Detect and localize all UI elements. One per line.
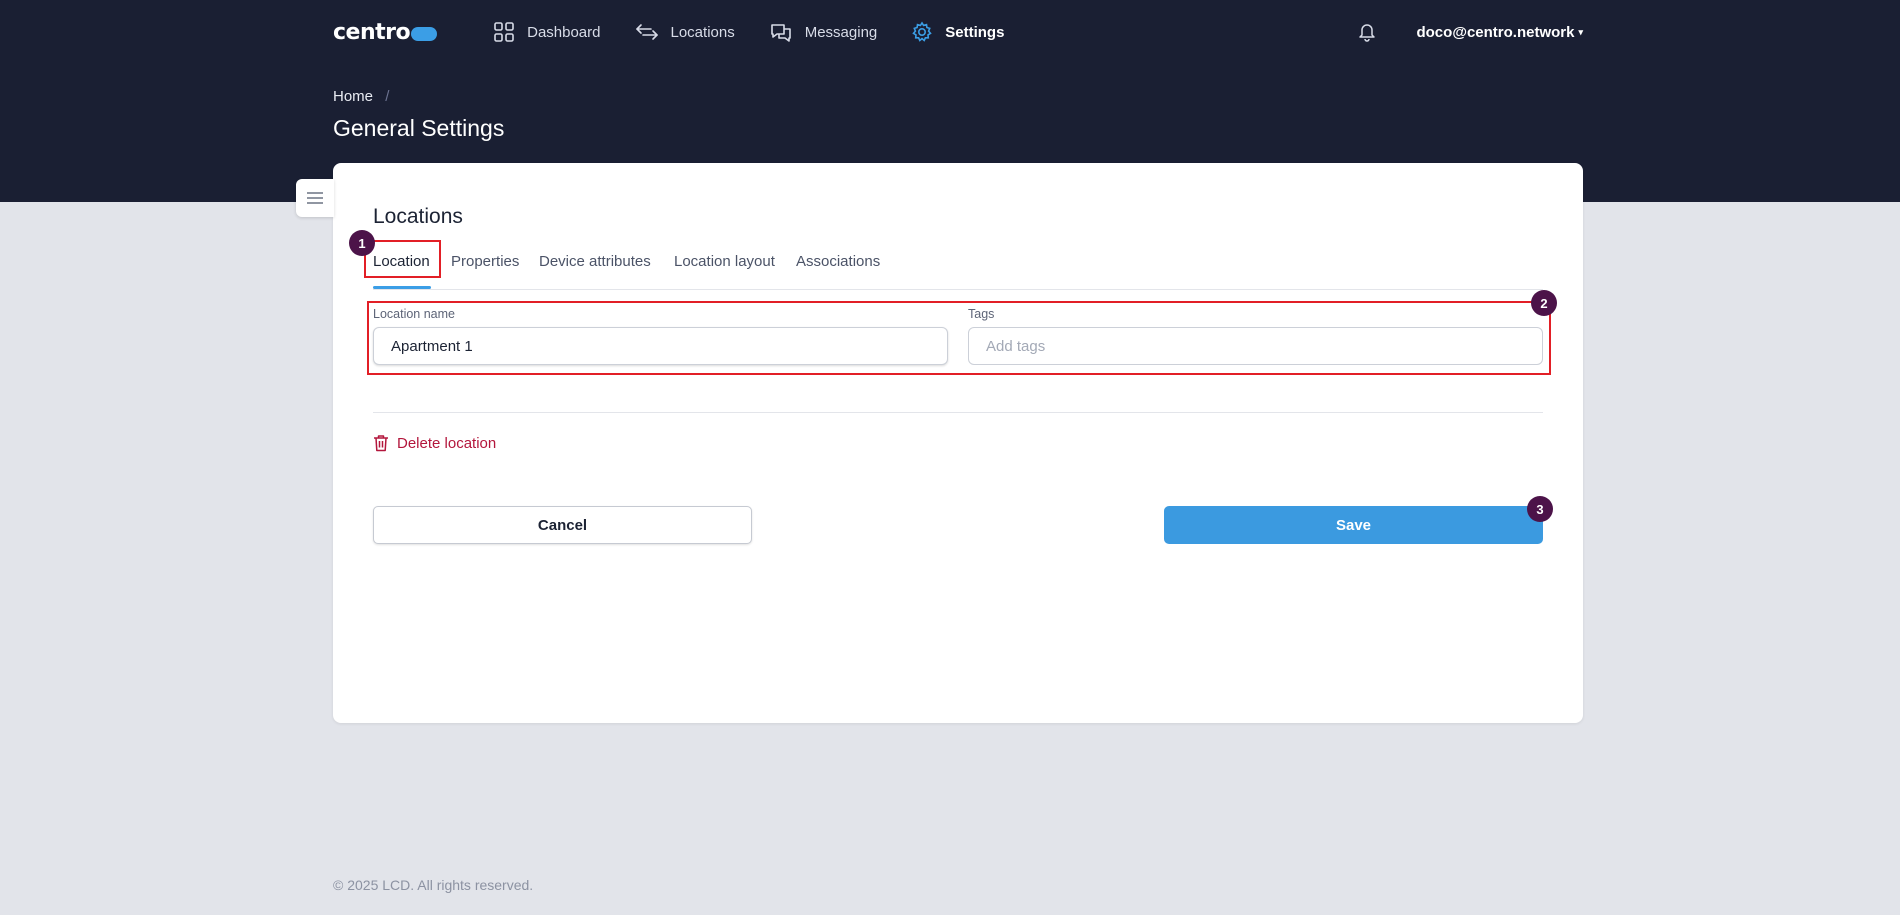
tab-bar: Location Properties Device attributes Lo… xyxy=(373,245,1543,290)
save-button[interactable]: Save xyxy=(1164,506,1543,544)
annotation-box-2 xyxy=(367,301,1551,375)
nav-label-settings: Settings xyxy=(945,23,1005,41)
breadcrumb-home[interactable]: Home xyxy=(333,88,373,105)
top-navbar: centro Dashboard Locations Messaging Set… xyxy=(333,0,1583,64)
main-nav: Dashboard Locations Messaging Settings xyxy=(493,21,1038,43)
user-email: doco@centro.network xyxy=(1416,23,1575,41)
centro-logo[interactable]: centro xyxy=(333,19,438,45)
bell-icon[interactable] xyxy=(1358,22,1376,42)
trash-icon xyxy=(374,435,388,452)
user-menu[interactable]: doco@centro.network ▾ xyxy=(1416,24,1583,41)
gear-icon xyxy=(912,21,932,42)
chat-bubbles-icon xyxy=(770,24,791,42)
delete-location-button[interactable]: Delete location xyxy=(373,434,496,452)
breadcrumb: Home / xyxy=(333,88,389,105)
tab-properties[interactable]: Properties xyxy=(451,245,519,290)
nav-item-locations[interactable]: Locations xyxy=(635,22,735,42)
card-title: Locations xyxy=(373,205,463,228)
nav-item-messaging[interactable]: Messaging xyxy=(769,21,878,43)
nav-label-locations: Locations xyxy=(670,23,735,41)
active-tab-indicator xyxy=(373,286,431,289)
delete-location-label: Delete location xyxy=(397,434,497,452)
annotation-badge-3: 3 xyxy=(1527,496,1553,522)
page-title: General Settings xyxy=(333,115,505,141)
tab-location-layout[interactable]: Location layout xyxy=(674,245,775,290)
sidebar-toggle-button[interactable] xyxy=(296,179,334,217)
settings-card: Locations Location Properties Device att… xyxy=(333,163,1583,723)
nav-item-dashboard[interactable]: Dashboard xyxy=(493,21,601,43)
form-divider xyxy=(373,412,1543,413)
breadcrumb-separator: / xyxy=(385,88,390,105)
logo-text: centro xyxy=(333,19,411,45)
annotation-box-1 xyxy=(364,240,441,278)
logo-pill-icon xyxy=(411,26,438,41)
annotation-badge-2: 2 xyxy=(1531,290,1557,316)
hamburger-menu-icon xyxy=(307,192,323,204)
nav-label-dashboard: Dashboard xyxy=(527,23,601,41)
arrows-swap-icon xyxy=(635,24,658,40)
nav-right: doco@centro.network ▾ xyxy=(1358,22,1583,42)
annotation-badge-1: 1 xyxy=(349,230,375,256)
cancel-button[interactable]: Cancel xyxy=(373,506,752,544)
footer-copyright: © 2025 LCD. All rights reserved. xyxy=(333,877,534,893)
tab-device-attributes[interactable]: Device attributes xyxy=(539,245,651,290)
tab-associations[interactable]: Associations xyxy=(796,245,880,290)
chevron-down-icon: ▾ xyxy=(1578,26,1583,37)
nav-item-settings[interactable]: Settings xyxy=(911,21,1004,43)
nav-label-messaging: Messaging xyxy=(804,23,878,41)
grid-icon xyxy=(494,22,514,42)
